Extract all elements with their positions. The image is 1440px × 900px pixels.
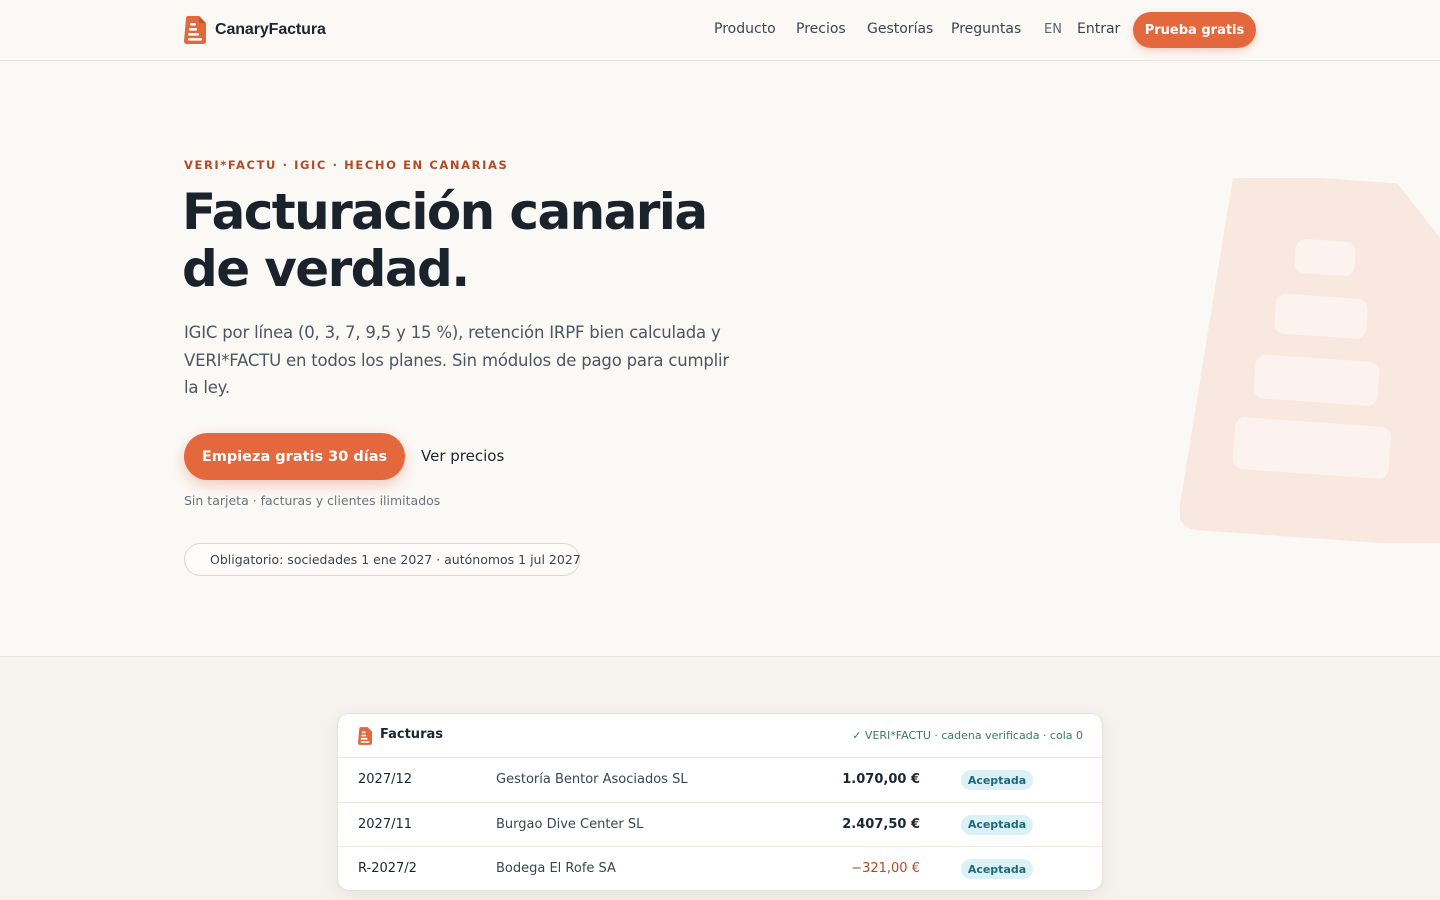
status-badge: Aceptada bbox=[961, 770, 1033, 790]
invoice-number: 2027/11 bbox=[358, 816, 413, 832]
start-free-button[interactable]: Empieza gratis 30 días bbox=[184, 433, 405, 480]
nav-producto[interactable]: Producto bbox=[714, 21, 776, 37]
invoice-number: R-2027/2 bbox=[358, 861, 417, 876]
invoice-amount: −321,00 € bbox=[851, 861, 920, 876]
hero-title-line-2: de verdad. bbox=[182, 240, 470, 298]
hero-title: Facturación canaria de verdad. bbox=[182, 184, 782, 298]
invoices-card-title: Facturas bbox=[380, 727, 443, 742]
brand-name: CanaryFactura bbox=[215, 21, 326, 38]
mandatory-dates-pill: Obligatorio: sociedades 1 ene 2027 · aut… bbox=[184, 543, 581, 576]
status-badge: Aceptada bbox=[961, 814, 1033, 835]
language-switch[interactable]: EN bbox=[1044, 22, 1062, 37]
invoice-logo-icon bbox=[184, 16, 206, 44]
invoices-card: Facturas ✓ VERI*FACTU · cadena verificad… bbox=[337, 713, 1103, 891]
invoice-amount: 2.407,50 € bbox=[842, 816, 920, 832]
invoice-client: Gestoría Bentor Asociados SL bbox=[496, 772, 688, 787]
hero-title-line-1: Facturación canaria bbox=[182, 183, 708, 241]
invoices-card-header: Facturas ✓ VERI*FACTU · cadena verificad… bbox=[338, 714, 1102, 758]
mandatory-dates-text: Obligatorio: sociedades 1 ene 2027 · aut… bbox=[210, 552, 581, 567]
view-prices-link[interactable]: Ver precios bbox=[421, 447, 504, 465]
hero-note: Sin tarjeta · facturas y clientes ilimit… bbox=[184, 493, 441, 508]
site-header: CanaryFactura Producto Precios Gestorías… bbox=[0, 0, 1440, 61]
invoice-client: Burgao Dive Center SL bbox=[496, 816, 644, 832]
table-row[interactable]: 2027/11 Burgao Dive Center SL 2.407,50 €… bbox=[338, 803, 1102, 847]
nav-gestorias[interactable]: Gestorías bbox=[867, 21, 933, 37]
landing-page: CanaryFactura Producto Precios Gestorías… bbox=[0, 0, 1440, 900]
nav-preguntas[interactable]: Preguntas bbox=[951, 21, 1021, 37]
invoice-number: 2027/12 bbox=[358, 772, 413, 787]
invoice-client: Bodega El Rofe SA bbox=[496, 861, 616, 876]
hero-subtitle: IGIC por línea (0, 3, 7, 9,5 y 15 %), re… bbox=[184, 323, 730, 397]
verifactu-status: ✓ VERI*FACTU · cadena verificada · cola … bbox=[852, 729, 1083, 742]
invoice-logo-icon bbox=[358, 727, 372, 745]
status-badge: Aceptada bbox=[961, 859, 1033, 879]
invoice-logo-watermark bbox=[1180, 178, 1440, 543]
table-row[interactable]: 2027/12 Gestoría Bentor Asociados SL 1.0… bbox=[338, 758, 1102, 803]
hero-eyebrow: VERI*FACTU · IGIC · HECHO EN CANARIAS bbox=[184, 158, 509, 172]
signin-link[interactable]: Entrar bbox=[1077, 21, 1120, 37]
trial-button[interactable]: Prueba gratis bbox=[1133, 12, 1256, 48]
table-row[interactable]: R-2027/2 Bodega El Rofe SA −321,00 € Ace… bbox=[338, 847, 1102, 890]
nav-precios[interactable]: Precios bbox=[796, 21, 846, 37]
brand-link[interactable]: CanaryFactura bbox=[184, 16, 326, 44]
invoice-amount: 1.070,00 € bbox=[842, 772, 920, 787]
